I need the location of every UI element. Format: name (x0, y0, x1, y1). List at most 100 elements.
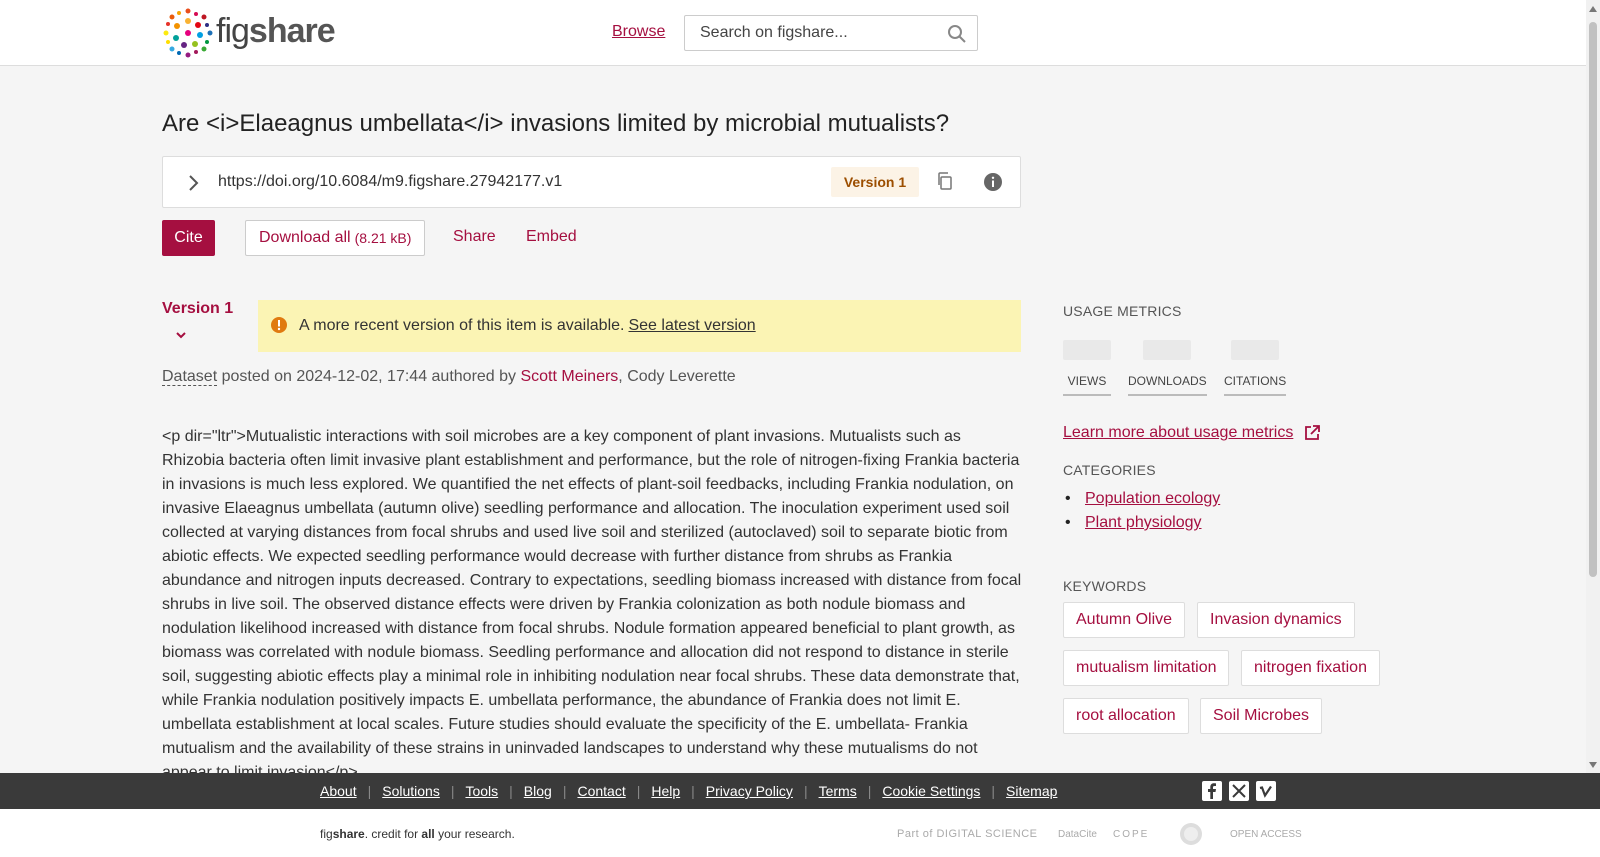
share-link[interactable]: Share (453, 228, 496, 246)
keyword-tag[interactable]: mutualism limitation (1063, 650, 1230, 686)
author-name: Cody Leverette (627, 368, 736, 385)
browse-link[interactable]: Browse (612, 23, 665, 41)
external-link-icon (1305, 425, 1320, 440)
item-description: <p dir="ltr">Mutualistic interactions wi… (162, 428, 1022, 773)
footer-link-sitemap[interactable]: Sitemap (1006, 783, 1057, 799)
footer-link-cookie-settings[interactable]: Cookie Settings (882, 783, 980, 799)
footer-links: About | Solutions | Tools | Blog | Contact | … (320, 783, 1057, 799)
metric-downloads[interactable]: DOWNLOADS (1128, 340, 1207, 396)
category-link[interactable]: Plant physiology (1085, 514, 1202, 531)
page-scrollbar[interactable] (1586, 0, 1600, 773)
facebook-icon[interactable] (1202, 781, 1222, 801)
logo-text-bold: share (248, 11, 336, 50)
footer-link-help[interactable]: Help (651, 783, 680, 799)
posted-text: posted on 2024-12-02, 17:44 authored by (217, 368, 521, 385)
warning-icon (271, 317, 287, 333)
keyword-tag[interactable]: Autumn Olive (1063, 602, 1186, 638)
tagline-mid: . credit for (364, 827, 422, 841)
separator: | (562, 783, 567, 799)
keyword-tag[interactable]: Soil Microbes (1200, 698, 1323, 734)
see-latest-version-link[interactable]: See latest version (628, 317, 755, 334)
vimeo-icon[interactable] (1256, 781, 1276, 801)
keyword-tag[interactable]: nitrogen fixation (1241, 650, 1380, 686)
top-bar: figshare Browse (0, 0, 1586, 66)
footer-link-solutions[interactable]: Solutions (382, 783, 440, 799)
metric-label: DOWNLOADS (1128, 374, 1207, 396)
footer-nav: About | Solutions | Tools | Blog | Contact | … (0, 773, 1600, 809)
separator: | (636, 783, 641, 799)
item-type[interactable]: Dataset (162, 368, 218, 386)
footer-link-about[interactable]: About (320, 783, 357, 799)
separator: | (803, 783, 808, 799)
metric-views[interactable]: VIEWS (1063, 340, 1111, 396)
metric-placeholder (1063, 340, 1111, 360)
scroll-down-arrow-icon[interactable] (1589, 762, 1597, 768)
footer-link-tools[interactable]: Tools (465, 783, 498, 799)
scrollbar-thumb[interactable] (1589, 22, 1597, 577)
scroll-up-arrow-icon[interactable] (1589, 6, 1597, 12)
copy-icon[interactable] (935, 171, 955, 191)
categories-heading: CATEGORIES (1063, 462, 1156, 478)
download-size: (8.21 kB) (354, 230, 412, 246)
logo-wordmark: figshare (216, 11, 336, 51)
download-all-button[interactable]: Download all (8.21 kB) (245, 220, 426, 256)
metric-citations[interactable]: CITATIONS (1224, 340, 1287, 396)
chevron-down-icon[interactable] (174, 328, 188, 342)
search-box (684, 15, 978, 51)
tagline-share: share (332, 827, 365, 841)
keyword-tag[interactable]: root allocation (1063, 698, 1189, 734)
figshare-logo-icon (163, 8, 213, 58)
open-access-logo[interactable]: OPEN ACCESS (1230, 821, 1302, 847)
usage-metrics-heading: USAGE METRICS (1063, 303, 1182, 319)
metric-label: CITATIONS (1224, 374, 1287, 396)
item-title: Are <i>Elaeagnus umbellata</i> invasions… (162, 110, 950, 137)
version-badge: Version 1 (831, 167, 919, 197)
tagline-fig: fig (320, 827, 333, 841)
embed-link[interactable]: Embed (526, 228, 577, 246)
footer-link-blog[interactable]: Blog (524, 783, 552, 799)
footer-link-terms[interactable]: Terms (819, 783, 857, 799)
version-dropdown-toggle[interactable]: Version 1 (162, 300, 233, 318)
partner-seal-logo[interactable] (1179, 821, 1203, 847)
author-separator: , (618, 368, 628, 385)
tagline-end: your research. (434, 827, 515, 841)
posted-info: Dataset posted on 2024-12-02, 17:44 auth… (162, 368, 736, 386)
keywords-heading: KEYWORDS (1063, 578, 1147, 594)
figshare-logo[interactable]: figshare (162, 7, 336, 59)
datacite-logo[interactable]: DataCite (1058, 821, 1097, 847)
doi-bar: https://doi.org/10.6084/m9.figshare.2794… (162, 156, 1021, 208)
category-link[interactable]: Population ecology (1085, 490, 1220, 507)
notice-text: A more recent version of this item is av… (299, 317, 756, 335)
keyword-tag[interactable]: Invasion dynamics (1197, 602, 1355, 638)
download-label: Download all (259, 229, 351, 246)
learn-usage-metrics-link[interactable]: Learn more about usage metrics (1063, 424, 1293, 442)
list-item: Population ecology (1063, 490, 1220, 508)
footer-bottom: figshare. credit for all your research. … (0, 809, 1600, 857)
separator: | (867, 783, 872, 799)
cope-logo[interactable]: COPE (1113, 821, 1149, 847)
metric-label: VIEWS (1063, 374, 1111, 396)
separator: | (691, 783, 695, 799)
separator: | (991, 783, 996, 799)
logo-text-regular: fig (216, 11, 250, 50)
search-icon[interactable] (947, 24, 967, 44)
chevron-right-icon[interactable] (183, 173, 203, 193)
tagline-all: all (421, 827, 435, 841)
author-link[interactable]: Scott Meiners (520, 368, 618, 385)
list-item: Plant physiology (1063, 514, 1220, 532)
separator: | (450, 783, 455, 799)
separator: | (367, 783, 372, 799)
footer-tagline: figshare. credit for all your research. (320, 827, 515, 841)
footer-link-contact[interactable]: Contact (577, 783, 625, 799)
categories-list: Population ecology Plant physiology (1063, 490, 1220, 538)
cite-button[interactable]: Cite (162, 220, 215, 256)
search-input[interactable] (685, 16, 925, 50)
x-icon[interactable] (1229, 781, 1249, 801)
info-icon[interactable] (983, 172, 1003, 192)
footer-link-privacy[interactable]: Privacy Policy (706, 783, 793, 799)
doi-url[interactable]: https://doi.org/10.6084/m9.figshare.2794… (218, 173, 562, 191)
version-notice: A more recent version of this item is av… (258, 300, 1021, 352)
digital-science-logo[interactable]: Part of DIGITAL SCIENCE (897, 821, 1037, 847)
seal-icon (1180, 823, 1202, 845)
notice-message: A more recent version of this item is av… (299, 317, 625, 334)
